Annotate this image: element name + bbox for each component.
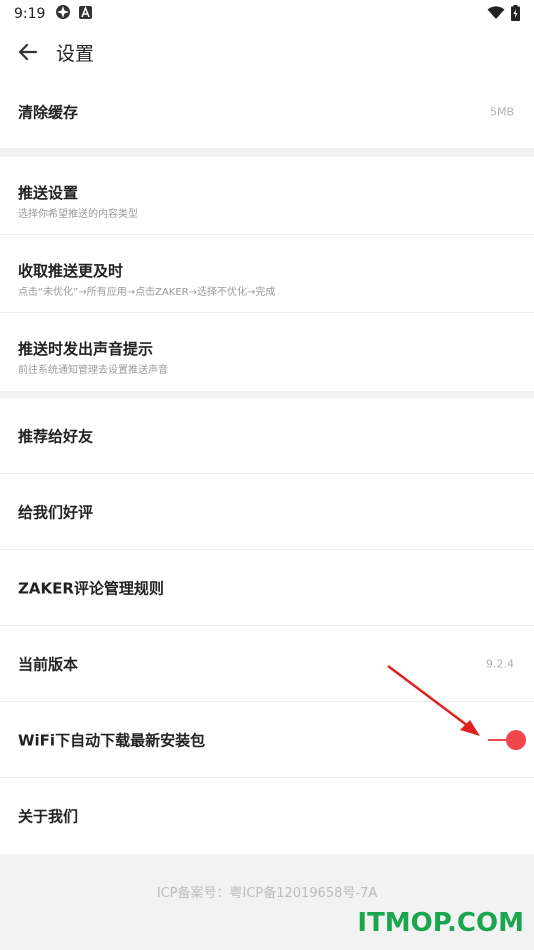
about-us-row[interactable]: 关于我们 bbox=[0, 778, 534, 854]
rate-us-label: 给我们好评 bbox=[18, 503, 94, 521]
current-version-label: 当前版本 bbox=[18, 655, 79, 673]
a-notification-icon bbox=[79, 5, 93, 23]
push-settings-row[interactable]: 推送设置 选择你希望推送的内容类型 bbox=[0, 157, 534, 235]
toggle-thumb bbox=[506, 729, 526, 750]
general-section: 推荐给好友 给我们好评 ZAKER评论管理规则 当前版本 9.2.4 WiFi下… bbox=[0, 398, 534, 854]
version-value: 9.2.4 bbox=[486, 657, 514, 670]
push-timely-label: 收取推送更及时 bbox=[18, 262, 124, 280]
comment-rules-row[interactable]: ZAKER评论管理规则 bbox=[0, 550, 534, 626]
current-version-row[interactable]: 当前版本 9.2.4 bbox=[0, 626, 534, 702]
app-bar: 设置 bbox=[0, 28, 534, 76]
site-watermark: ITMOP.COM bbox=[357, 908, 524, 938]
app-notification-icon bbox=[55, 4, 71, 24]
comment-rules-label: ZAKER评论管理规则 bbox=[18, 579, 164, 597]
rate-us-row[interactable]: 给我们好评 bbox=[0, 474, 534, 550]
status-time: 9:19 bbox=[14, 6, 46, 22]
cache-section: 清除缓存 5MB bbox=[0, 76, 534, 148]
push-timely-desc: 点击“未优化”→所有应用→点击ZAKER→选择不优化→完成 bbox=[18, 287, 276, 298]
icp-record: ICP备案号：粤ICP备12019658号-7A bbox=[156, 886, 378, 901]
about-us-label: 关于我们 bbox=[18, 807, 79, 826]
recommend-friends-label: 推荐给好友 bbox=[18, 427, 94, 445]
wifi-auto-download-label: WiFi下自动下载最新安装包 bbox=[18, 731, 206, 749]
wifi-icon bbox=[487, 6, 505, 24]
clear-cache-label: 清除缓存 bbox=[18, 103, 79, 122]
push-sound-desc: 前往系统通知管理去设置推送声音 bbox=[18, 365, 168, 376]
push-sound-label: 推送时发出声音提示 bbox=[18, 340, 154, 358]
status-bar: 9:19 bbox=[0, 0, 534, 28]
push-settings-desc: 选择你希望推送的内容类型 bbox=[18, 209, 138, 220]
push-settings-label: 推送设置 bbox=[18, 184, 79, 202]
push-timely-row[interactable]: 收取推送更及时 点击“未优化”→所有应用→点击ZAKER→选择不优化→完成 bbox=[0, 235, 534, 313]
recommend-friends-row[interactable]: 推荐给好友 bbox=[0, 398, 534, 474]
clear-cache-row[interactable]: 清除缓存 5MB bbox=[0, 76, 534, 148]
push-section: 推送设置 选择你希望推送的内容类型 收取推送更及时 点击“未优化”→所有应用→点… bbox=[0, 157, 534, 391]
arrow-left-icon bbox=[18, 43, 38, 61]
page-title: 设置 bbox=[56, 42, 95, 65]
wifi-auto-download-toggle[interactable] bbox=[486, 729, 526, 751]
wifi-auto-download-row[interactable]: WiFi下自动下载最新安装包 bbox=[0, 702, 534, 778]
push-sound-row[interactable]: 推送时发出声音提示 前往系统通知管理去设置推送声音 bbox=[0, 313, 534, 391]
back-button[interactable] bbox=[0, 28, 56, 76]
battery-charging-icon bbox=[511, 5, 520, 25]
cache-size-value: 5MB bbox=[489, 105, 514, 119]
